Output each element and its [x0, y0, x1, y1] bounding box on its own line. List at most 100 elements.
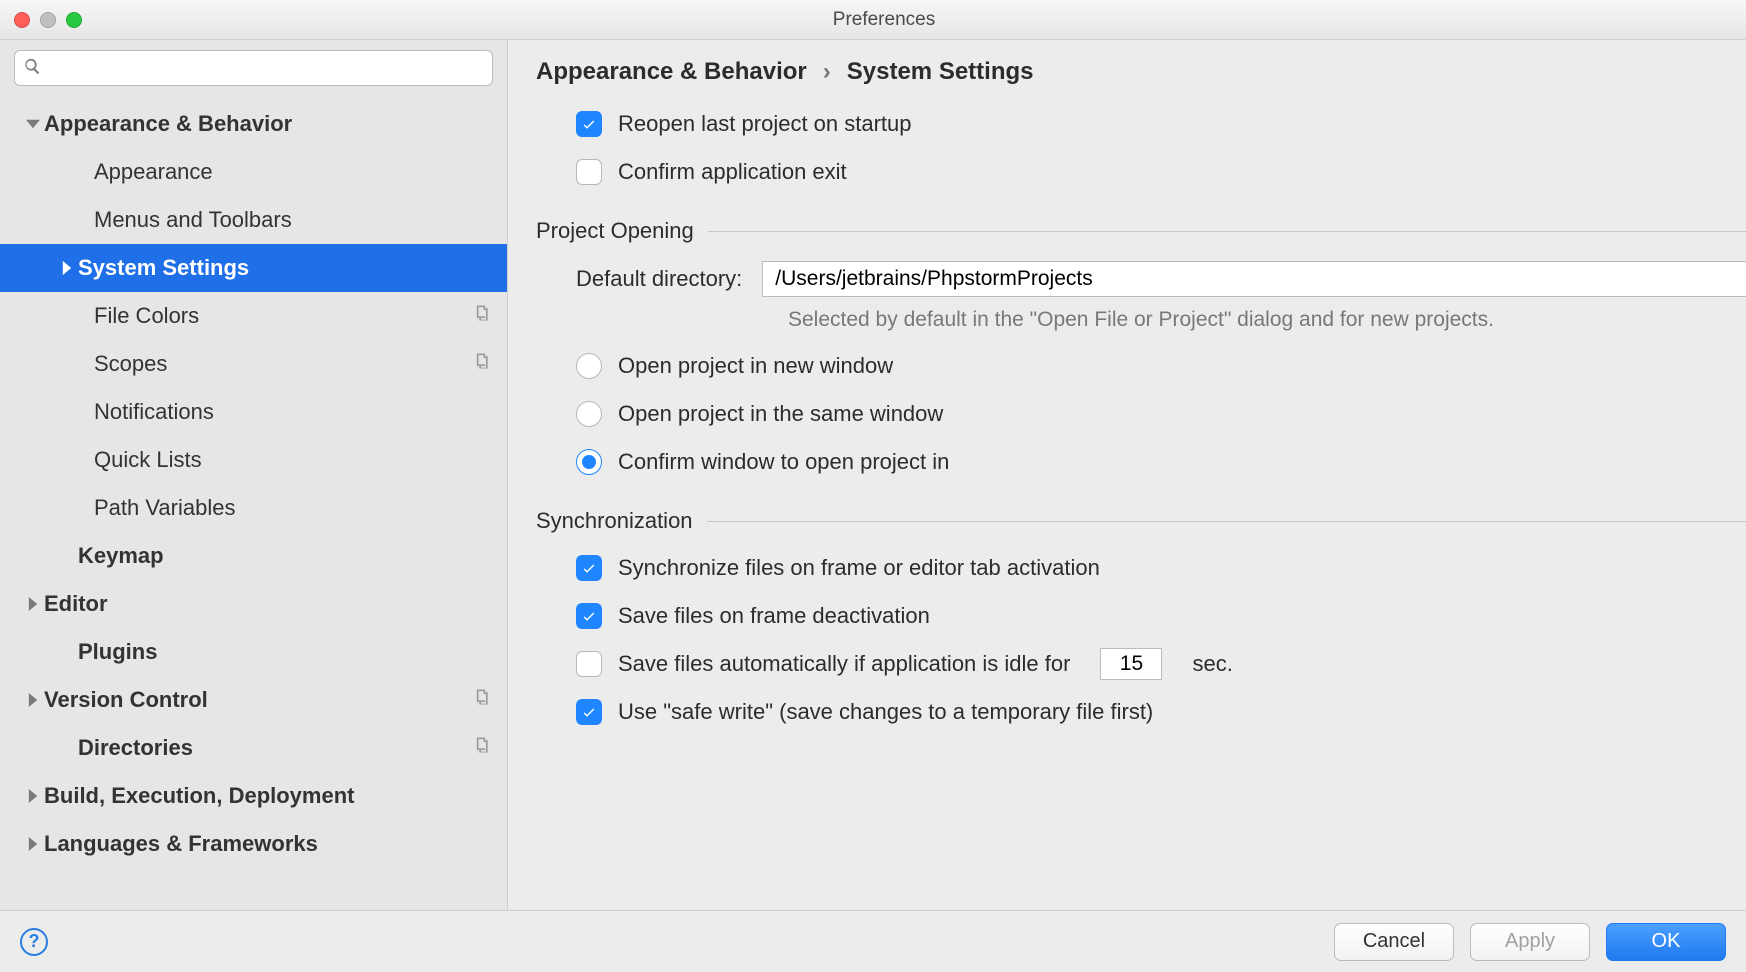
checkbox-label: Confirm application exit — [618, 159, 847, 185]
divider — [708, 231, 1746, 232]
sidebar-item-label: Keymap — [78, 543, 507, 569]
sidebar-item-label: Version Control — [44, 687, 507, 713]
radio-label: Open project in the same window — [618, 401, 943, 427]
radio-icon — [576, 353, 602, 379]
search-field-wrap — [14, 50, 493, 86]
content-panel: Appearance & Behavior › System Settings … — [508, 40, 1746, 910]
sidebar-item-label: System Settings — [78, 255, 507, 281]
checkbox-save-idle[interactable]: Save files automatically if application … — [536, 640, 1746, 688]
sidebar-item-notifications[interactable]: Notifications — [0, 388, 507, 436]
radio-confirm-window[interactable]: Confirm window to open project in — [536, 438, 1746, 486]
sidebar-item-label: Scopes — [94, 351, 507, 377]
checkbox-icon — [576, 699, 602, 725]
checkbox-icon — [576, 159, 602, 185]
sidebar-item-editor[interactable]: Editor — [0, 580, 507, 628]
checkbox-reopen-last-project[interactable]: Reopen last project on startup — [536, 100, 1746, 148]
close-window-button[interactable] — [14, 12, 30, 28]
section-synchronization: Synchronization — [536, 508, 1746, 534]
breadcrumb: Appearance & Behavior › System Settings — [508, 40, 1746, 100]
sidebar-item-label: Path Variables — [94, 495, 507, 521]
checkbox-safe-write[interactable]: Use "safe write" (save changes to a temp… — [536, 688, 1746, 736]
sidebar-item-label: Plugins — [78, 639, 507, 665]
sidebar-item-build-execution-deployment[interactable]: Build, Execution, Deployment — [0, 772, 507, 820]
sidebar-item-scopes[interactable]: Scopes — [0, 340, 507, 388]
apply-button[interactable]: Apply — [1470, 923, 1590, 961]
checkbox-icon — [576, 603, 602, 629]
sidebar-item-label: Menus and Toolbars — [94, 207, 507, 233]
section-project-opening: Project Opening — [536, 218, 1746, 244]
minimize-window-button[interactable] — [40, 12, 56, 28]
sidebar-item-label: Editor — [44, 591, 507, 617]
default-directory-label: Default directory: — [576, 266, 742, 292]
checkbox-icon — [576, 555, 602, 581]
sidebar-item-label: Appearance — [94, 159, 507, 185]
radio-label: Open project in new window — [618, 353, 893, 379]
chevron-right-icon: › — [823, 58, 831, 86]
divider — [707, 521, 1746, 522]
titlebar: Preferences — [0, 0, 1746, 40]
scheme-icon — [471, 687, 491, 713]
sidebar-item-label: Directories — [78, 735, 507, 761]
radio-open-same-window[interactable]: Open project in the same window — [536, 390, 1746, 438]
sidebar-item-path-variables[interactable]: Path Variables — [0, 484, 507, 532]
idle-seconds-unit: sec. — [1192, 651, 1232, 677]
checkbox-label: Reopen last project on startup — [618, 111, 912, 137]
idle-seconds-input[interactable] — [1100, 648, 1162, 680]
breadcrumb-parent[interactable]: Appearance & Behavior — [536, 58, 807, 86]
help-button[interactable]: ? — [20, 928, 48, 956]
cancel-button[interactable]: Cancel — [1334, 923, 1454, 961]
checkbox-label: Use "safe write" (save changes to a temp… — [618, 699, 1153, 725]
sidebar-item-file-colors[interactable]: File Colors — [0, 292, 507, 340]
sidebar: Appearance & Behavior Appearance Menus a… — [0, 40, 508, 910]
sidebar-item-plugins[interactable]: Plugins — [0, 628, 507, 676]
sidebar-item-version-control[interactable]: Version Control — [0, 676, 507, 724]
sidebar-item-label: Quick Lists — [94, 447, 507, 473]
sidebar-item-appearance-behavior[interactable]: Appearance & Behavior — [0, 100, 507, 148]
scheme-icon — [471, 735, 491, 761]
search-input[interactable] — [14, 50, 493, 86]
sidebar-item-label: Build, Execution, Deployment — [44, 783, 507, 809]
sidebar-item-appearance[interactable]: Appearance — [0, 148, 507, 196]
chevron-right-icon — [56, 261, 78, 275]
sidebar-item-keymap[interactable]: Keymap — [0, 532, 507, 580]
sidebar-item-label: File Colors — [94, 303, 507, 329]
sidebar-item-directories[interactable]: Directories — [0, 724, 507, 772]
sidebar-item-languages-frameworks[interactable]: Languages & Frameworks — [0, 820, 507, 868]
default-directory-input[interactable] — [762, 261, 1746, 297]
checkbox-confirm-exit[interactable]: Confirm application exit — [536, 148, 1746, 196]
dialog-footer: ? Cancel Apply OK — [0, 910, 1746, 972]
radio-icon — [576, 401, 602, 427]
sidebar-item-label: Appearance & Behavior — [44, 111, 507, 137]
sidebar-item-quick-lists[interactable]: Quick Lists — [0, 436, 507, 484]
sidebar-item-system-settings[interactable]: System Settings — [0, 244, 507, 292]
sidebar-item-label: Notifications — [94, 399, 507, 425]
ok-button[interactable]: OK — [1606, 923, 1726, 961]
default-directory-hint: Selected by default in the "Open File or… — [536, 308, 1746, 332]
radio-label: Confirm window to open project in — [618, 449, 949, 475]
chevron-right-icon — [22, 789, 44, 803]
checkbox-save-on-deactivation[interactable]: Save files on frame deactivation — [536, 592, 1746, 640]
maximize-window-button[interactable] — [66, 12, 82, 28]
checkbox-icon — [576, 111, 602, 137]
scheme-icon — [471, 351, 491, 377]
checkbox-sync-on-activation[interactable]: Synchronize files on frame or editor tab… — [536, 544, 1746, 592]
traffic-lights — [14, 12, 82, 28]
section-title: Project Opening — [536, 218, 694, 244]
checkbox-label: Synchronize files on frame or editor tab… — [618, 555, 1100, 581]
chevron-right-icon — [22, 693, 44, 707]
section-title: Synchronization — [536, 508, 693, 534]
checkbox-label: Save files automatically if application … — [618, 651, 1070, 677]
radio-icon — [576, 449, 602, 475]
breadcrumb-current: System Settings — [847, 58, 1034, 86]
checkbox-icon — [576, 651, 602, 677]
chevron-right-icon — [22, 597, 44, 611]
checkbox-label: Save files on frame deactivation — [618, 603, 930, 629]
sidebar-item-menus-toolbars[interactable]: Menus and Toolbars — [0, 196, 507, 244]
chevron-right-icon — [22, 837, 44, 851]
window-title: Preferences — [82, 9, 1686, 31]
sidebar-item-label: Languages & Frameworks — [44, 831, 507, 857]
chevron-down-icon — [22, 117, 44, 131]
search-icon — [22, 56, 44, 78]
settings-tree: Appearance & Behavior Appearance Menus a… — [0, 94, 507, 910]
radio-open-new-window[interactable]: Open project in new window — [536, 342, 1746, 390]
